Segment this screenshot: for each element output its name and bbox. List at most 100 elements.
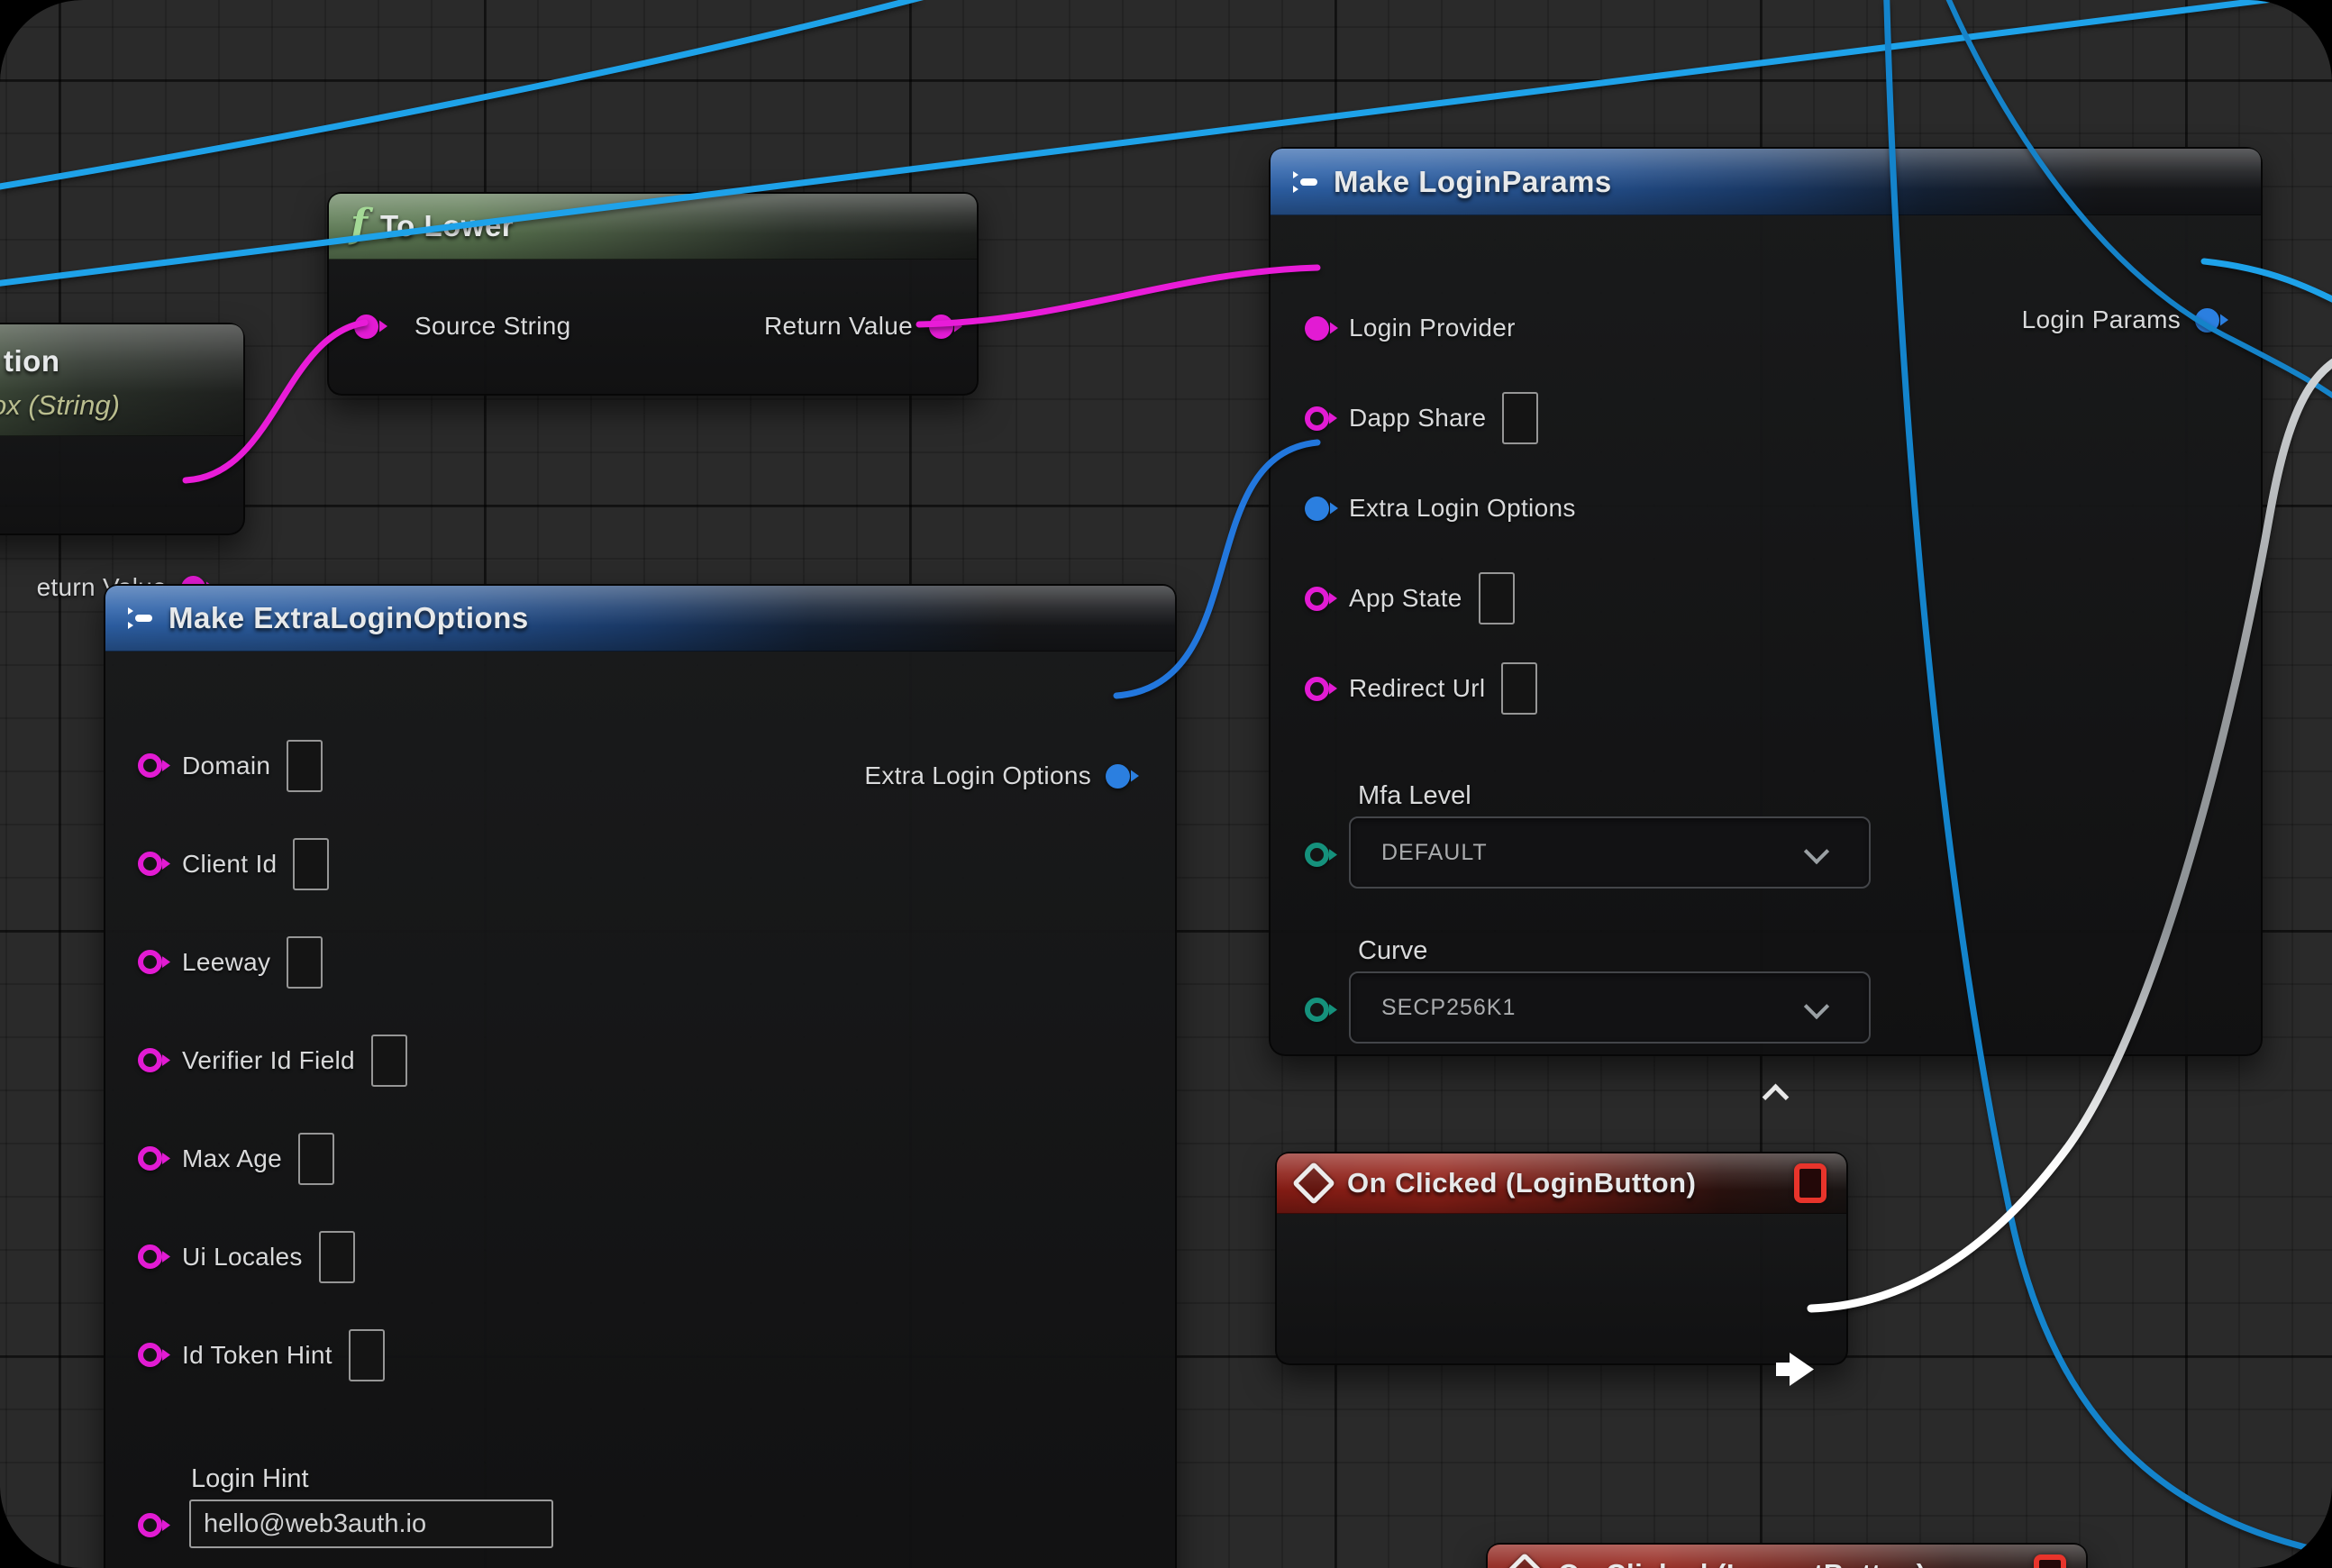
dapp-share-text-input[interactable] <box>1502 392 1538 444</box>
pin-tail <box>162 1251 170 1263</box>
login-provider-pin[interactable] <box>1305 316 1329 341</box>
node-title: Make LoginParams <box>1334 165 1612 199</box>
node-make-login-params[interactable]: Make LoginParams Login Provider Dapp Shar… <box>1269 147 2263 1056</box>
pin-row: Login Hint hello@web3auth.io <box>138 1404 553 1548</box>
node-make-extra-login-options-header[interactable]: Make ExtraLoginOptions <box>105 586 1175 652</box>
pin-row: Domain <box>138 716 553 815</box>
event-diamond-icon <box>1503 1553 1546 1568</box>
pin-tail <box>162 1054 170 1066</box>
dropdown-value: DEFAULT <box>1381 840 1488 866</box>
client-id-text-input[interactable] <box>293 838 329 890</box>
mfa-level-pin[interactable] <box>1305 843 1329 867</box>
dapp-share-pin[interactable] <box>1305 406 1329 431</box>
client-id-pin[interactable] <box>138 852 162 876</box>
node-title: On Clicked (LoginButton) <box>1347 1167 1696 1199</box>
pin-label: Login Provider <box>1349 314 1516 342</box>
node-make-extra-login-options[interactable]: Make ExtraLoginOptions Domain Client Id Le… <box>104 584 1177 1568</box>
pin-label: Login Params <box>2022 305 2181 334</box>
max-age-pin[interactable] <box>138 1146 162 1171</box>
pin-row: Verifier Id Field <box>138 1011 553 1109</box>
pin-tail <box>1329 413 1337 424</box>
node-make-login-params-header[interactable]: Make LoginParams <box>1271 149 2261 215</box>
node-subtitle: ox (String) <box>0 389 120 422</box>
app-state-pin[interactable] <box>1305 587 1329 611</box>
wire-blue-top-a[interactable] <box>0 0 996 191</box>
pin-row: Leeway <box>138 913 553 1011</box>
node-on-clicked-logout-button-header[interactable]: On Clicked (LogoutButton) <box>1488 1545 2086 1568</box>
pin-label: Return Value <box>764 312 913 341</box>
node-title: tion <box>4 344 59 378</box>
domain-pin[interactable] <box>138 753 162 778</box>
pin-label: Dapp Share <box>1349 404 1486 433</box>
redirect-url-pin[interactable] <box>1305 677 1329 701</box>
node-to-lower[interactable]: f To Lower Source String Return Value <box>327 192 979 396</box>
text-input-value: hello@web3auth.io <box>204 1509 426 1539</box>
node-on-clicked-login-button[interactable]: On Clicked (LoginButton) <box>1275 1152 1848 1365</box>
extra-login-options-pin[interactable] <box>1106 764 1130 789</box>
pin-label: Curve <box>1358 936 1871 966</box>
node-textbox-getter[interactable]: tion ox (String) eturn Value <box>0 323 245 535</box>
redirect-url-text-input[interactable] <box>1501 662 1537 715</box>
pin-tail <box>162 1349 170 1361</box>
pin-tail <box>162 760 170 771</box>
curve-pin[interactable] <box>1305 998 1329 1022</box>
pin-row: Ui Locales <box>138 1208 553 1306</box>
node-on-clicked-logout-button[interactable]: On Clicked (LogoutButton) <box>1486 1543 2088 1568</box>
pin-label: App State <box>1349 584 1462 613</box>
pin-tail <box>379 321 387 333</box>
pin-tail <box>1330 323 1338 334</box>
pin-row: Login Provider <box>1305 283 1871 373</box>
pin-label: Mfa Level <box>1358 781 1871 811</box>
max-age-text-input[interactable] <box>298 1133 334 1185</box>
make-struct-icon <box>1290 169 1319 196</box>
pin-label: Login Hint <box>191 1464 553 1494</box>
verifier-id-field-text-input[interactable] <box>371 1035 407 1087</box>
id-token-hint-text-input[interactable] <box>349 1329 385 1381</box>
pin-label: Extra Login Options <box>864 761 1091 790</box>
leeway-text-input[interactable] <box>287 936 323 989</box>
chevron-down-icon <box>1804 994 1829 1019</box>
extra-login-options-pin[interactable] <box>1305 497 1329 521</box>
pin-tail <box>162 956 170 968</box>
wire-string-lower-to-params[interactable] <box>919 268 1317 324</box>
pin-tail <box>1329 1004 1337 1016</box>
pin-label: Source String <box>414 312 571 341</box>
pin-label: Verifier Id Field <box>182 1046 355 1075</box>
collapse-pins-chevron-icon[interactable] <box>1764 1082 1786 1104</box>
blueprint-editor-screen: tion ox (String) eturn Value f To Lower … <box>0 0 2332 1568</box>
mfa-level-dropdown[interactable]: DEFAULT <box>1349 816 1871 889</box>
verifier-id-field-pin[interactable] <box>138 1048 162 1072</box>
blueprint-graph-canvas[interactable]: tion ox (String) eturn Value f To Lower … <box>0 0 2332 1568</box>
node-textbox-getter-header[interactable]: tion ox (String) <box>0 324 243 436</box>
pin-tail <box>162 1519 170 1531</box>
pin-row: Curve SECP256K1 <box>1305 889 1871 1044</box>
app-state-text-input[interactable] <box>1479 572 1515 624</box>
pin-row: Client Id <box>138 815 553 913</box>
node-title: Make ExtraLoginOptions <box>169 601 529 635</box>
pin-tail <box>1329 849 1337 861</box>
domain-text-input[interactable] <box>287 740 323 792</box>
id-token-hint-pin[interactable] <box>138 1343 162 1367</box>
widget-event-icon <box>2034 1554 2066 1568</box>
pin-tail <box>162 858 170 870</box>
curve-dropdown[interactable]: SECP256K1 <box>1349 971 1871 1044</box>
pin-label: Extra Login Options <box>1349 494 1576 523</box>
pin-tail <box>1329 683 1337 695</box>
exec-output-pin-icon[interactable] <box>1776 1351 1816 1388</box>
pin-tail <box>2220 315 2228 326</box>
ui-locales-text-input[interactable] <box>319 1231 355 1283</box>
pin-row: Mfa Level DEFAULT <box>1305 734 1871 889</box>
leeway-pin[interactable] <box>138 950 162 974</box>
pin-label: Client Id <box>182 850 277 879</box>
pin-tail <box>1131 770 1139 782</box>
pin-row: Extra Login Options <box>1305 463 1871 553</box>
widget-event-icon <box>1794 1163 1826 1203</box>
pin-row: Id Token Hint <box>138 1306 553 1404</box>
event-diamond-icon <box>1292 1162 1335 1205</box>
pin-label: Id Token Hint <box>182 1341 332 1370</box>
login-hint-pin[interactable] <box>138 1513 162 1537</box>
login-hint-text-input[interactable]: hello@web3auth.io <box>189 1500 553 1548</box>
node-on-clicked-login-button-header[interactable]: On Clicked (LoginButton) <box>1277 1153 1846 1214</box>
ui-locales-pin[interactable] <box>138 1244 162 1269</box>
pin-label: Leeway <box>182 948 270 977</box>
